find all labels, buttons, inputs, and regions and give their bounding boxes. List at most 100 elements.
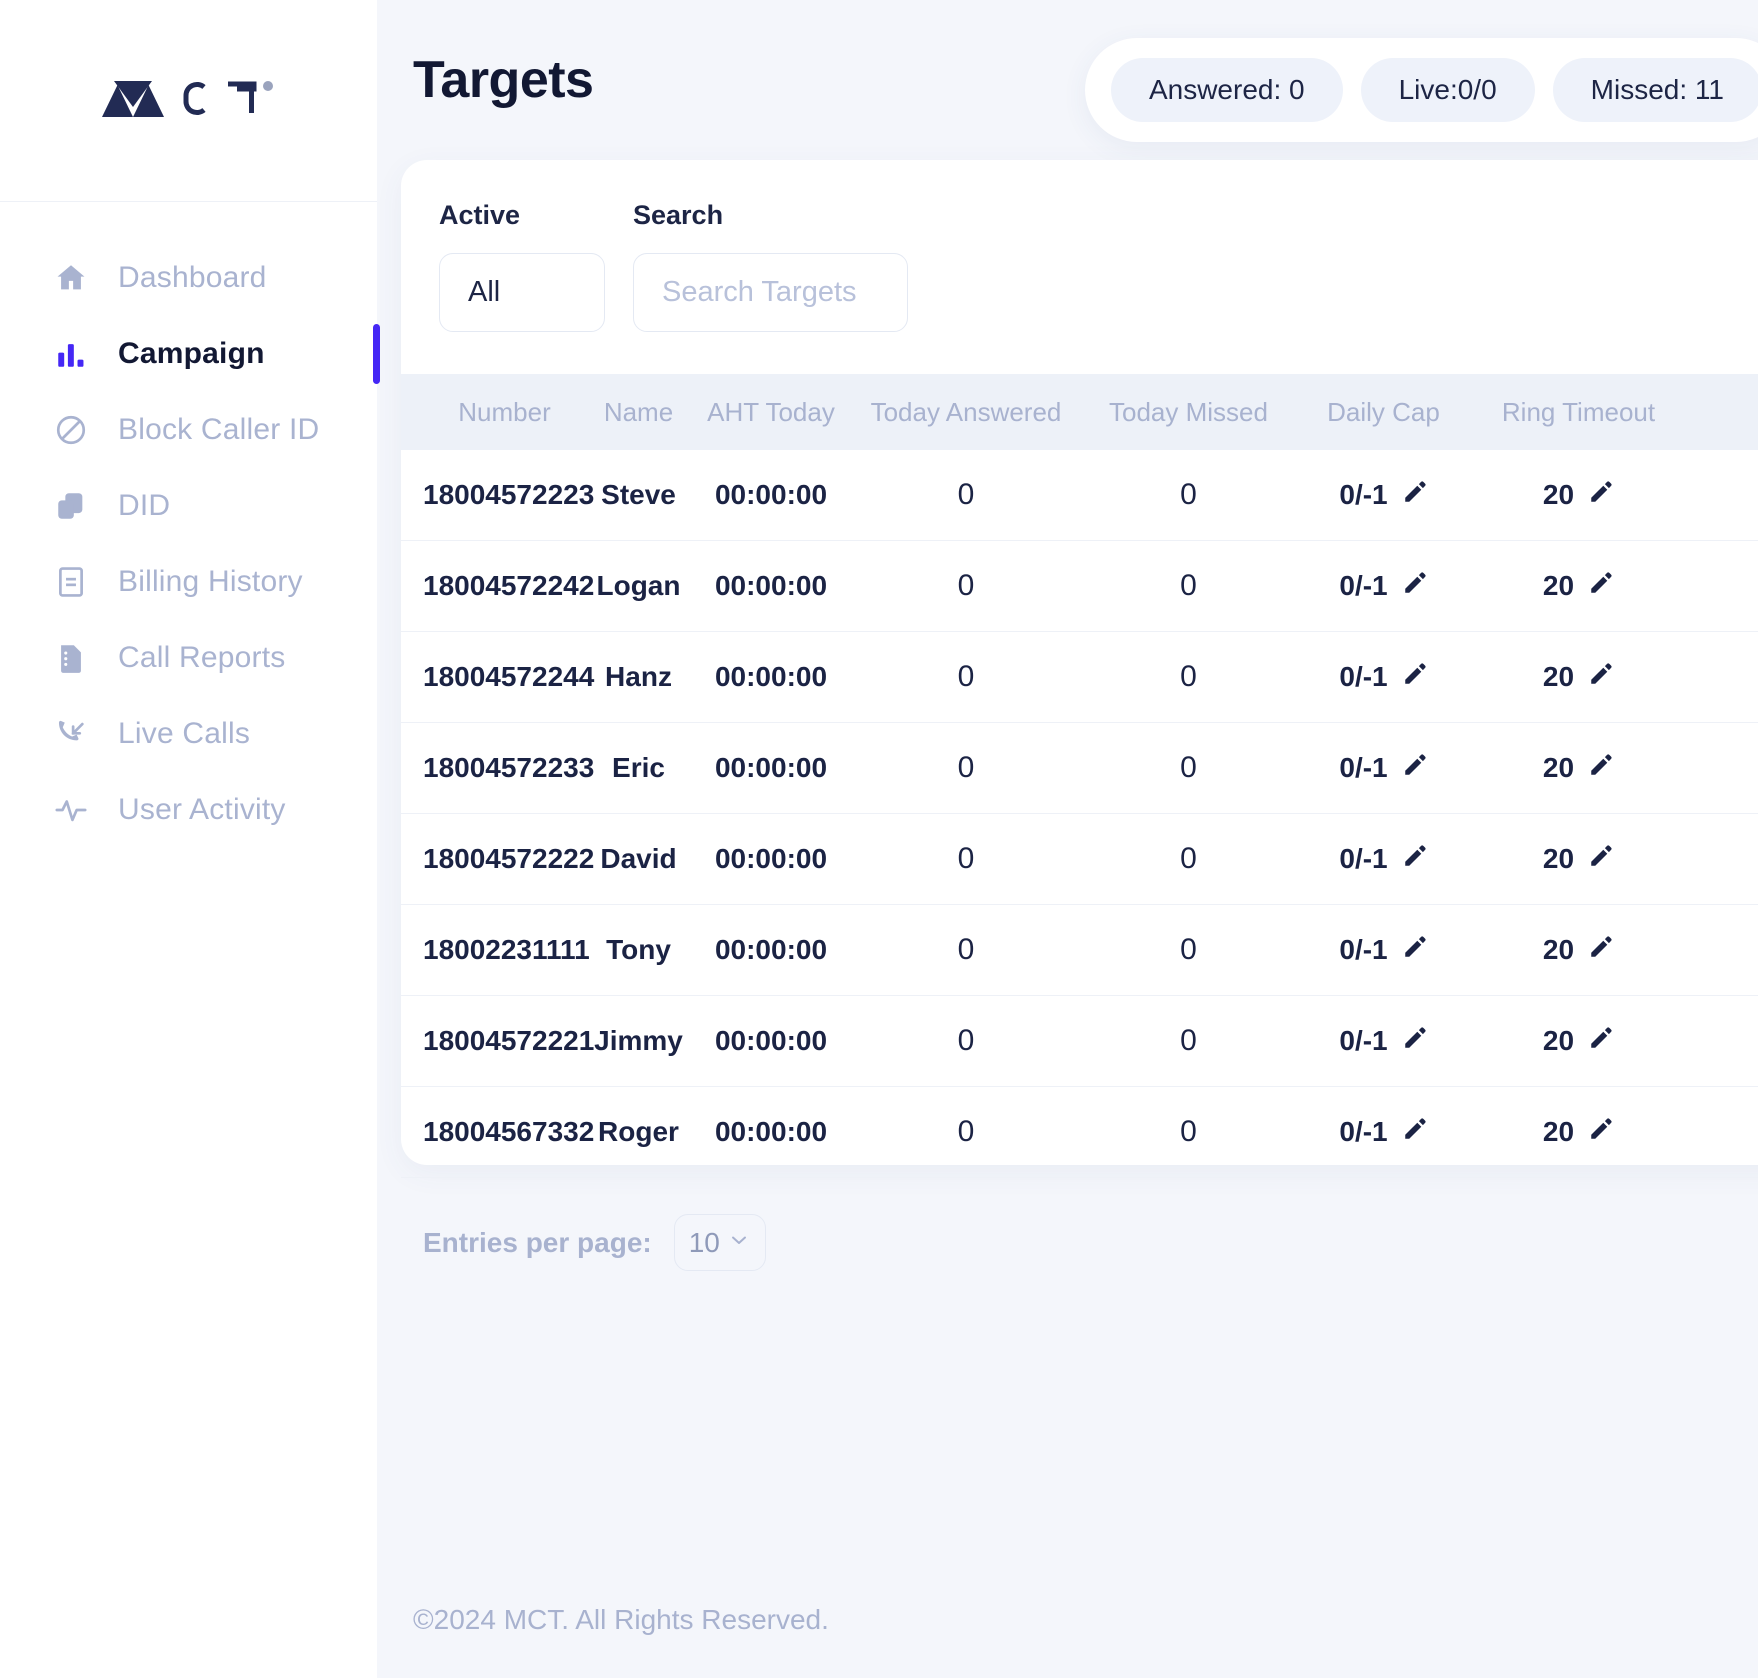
cell-aht: 00:00:00 <box>714 479 828 510</box>
edit-pencil-icon[interactable] <box>1402 843 1428 876</box>
cell-name: Tony <box>606 934 671 965</box>
ring-timeout-value: 20 <box>1542 661 1575 692</box>
edit-pencil-icon[interactable] <box>1588 479 1614 512</box>
table-row[interactable]: 18004572242 Logan 00:00:00 0 0 0/-1 20 <box>401 541 1758 632</box>
column-header-number[interactable]: Number <box>401 397 586 428</box>
cell-today-missed: 0 <box>1180 569 1197 602</box>
sidebar-item-live-calls[interactable]: Live Calls <box>0 696 377 772</box>
edit-pencil-icon[interactable] <box>1588 1025 1614 1058</box>
cell-today-missed: 0 <box>1180 842 1197 875</box>
edit-pencil-icon[interactable] <box>1588 570 1614 603</box>
bar-chart-icon <box>52 335 90 373</box>
cell-daily-cap: 0/-1 <box>1296 661 1471 694</box>
cell-today-missed: 0 <box>1180 660 1197 693</box>
edit-pencil-icon[interactable] <box>1402 661 1428 694</box>
cell-today-missed: 0 <box>1180 478 1197 511</box>
cell-aht: 00:00:00 <box>714 1025 828 1056</box>
cell-today-answered: 0 <box>957 751 975 784</box>
edit-pencil-icon[interactable] <box>1402 570 1428 603</box>
stat-live[interactable]: Live:0/0 <box>1360 58 1535 122</box>
cell-ring-timeout: 20 <box>1471 843 1686 876</box>
edit-pencil-icon[interactable] <box>1402 479 1428 512</box>
table-row[interactable]: 18004572221 Jimmy 00:00:00 0 0 0/-1 20 <box>401 996 1758 1087</box>
stat-answered[interactable]: Answered: 0 <box>1110 58 1343 122</box>
edit-pencil-icon[interactable] <box>1588 843 1614 876</box>
sidebar-nav: Dashboard Campaign Block Caller ID DID B… <box>0 202 380 848</box>
column-header-aht[interactable]: AHT Today <box>691 397 851 428</box>
cell-name: David <box>600 843 677 874</box>
column-header-name[interactable]: Name <box>586 397 691 428</box>
cell-name: Steve <box>601 479 676 510</box>
column-header-cap[interactable]: Daily Cap <box>1296 397 1471 428</box>
cell-number: 18004572223 <box>423 479 595 510</box>
search-input[interactable]: Search Targets <box>633 253 908 332</box>
edit-pencil-icon[interactable] <box>1402 752 1428 785</box>
brand-logo[interactable] <box>0 0 377 202</box>
active-filter-select[interactable]: All <box>439 253 605 332</box>
daily-cap-value: 0/-1 <box>1339 570 1388 601</box>
cell-today-answered: 0 <box>957 842 975 875</box>
cell-daily-cap: 0/-1 <box>1296 479 1471 512</box>
column-header-answered[interactable]: Today Answered <box>851 397 1081 428</box>
sidebar-item-call-reports[interactable]: Call Reports <box>0 620 377 696</box>
cell-today-answered: 0 <box>957 1024 975 1057</box>
sidebar-item-label: Call Reports <box>118 641 286 674</box>
filters-row: Active All Search Search Targets <box>401 200 1758 332</box>
edit-pencil-icon[interactable] <box>1588 661 1614 694</box>
edit-pencil-icon[interactable] <box>1588 1116 1614 1149</box>
table-row[interactable]: 18004567332 Roger 00:00:00 0 0 0/-1 20 <box>401 1087 1758 1178</box>
table-row[interactable]: 18004572244 Hanz 00:00:00 0 0 0/-1 20 <box>401 632 1758 723</box>
edit-pencil-icon[interactable] <box>1402 934 1428 967</box>
cell-daily-cap: 0/-1 <box>1296 1025 1471 1058</box>
topbar: Targets Answered: 0 Live:0/0 Missed: 11 <box>377 0 1758 160</box>
sidebar-item-did[interactable]: DID <box>0 468 377 544</box>
edit-pencil-icon[interactable] <box>1402 1025 1428 1058</box>
phone-incoming-icon <box>52 715 90 753</box>
stat-missed[interactable]: Missed: 11 <box>1552 58 1758 122</box>
cell-today-missed: 0 <box>1180 1115 1197 1148</box>
cell-name: Roger <box>598 1116 679 1147</box>
ring-timeout-value: 20 <box>1542 479 1575 510</box>
cell-number: 18004572242 <box>423 570 595 601</box>
call-stats-bar: Answered: 0 Live:0/0 Missed: 11 <box>1084 38 1758 142</box>
ring-timeout-value: 20 <box>1542 570 1575 601</box>
table-row[interactable]: 18004572233 Eric 00:00:00 0 0 0/-1 20 <box>401 723 1758 814</box>
cell-ring-timeout: 20 <box>1471 661 1686 694</box>
cell-daily-cap: 0/-1 <box>1296 752 1471 785</box>
sidebar-item-user-activity[interactable]: User Activity <box>0 772 377 848</box>
table-row[interactable]: 18004572223 Steve 00:00:00 0 0 0/-1 20 <box>401 450 1758 541</box>
active-filter-group: Active All <box>439 200 605 332</box>
sidebar-item-billing-history[interactable]: Billing History <box>0 544 377 620</box>
table-row[interactable]: 18002231111 Tony 00:00:00 0 0 0/-1 20 <box>401 905 1758 996</box>
footer-copyright: ©2024 MCT. All Rights Reserved. <box>413 1604 829 1635</box>
sidebar-item-campaign[interactable]: Campaign <box>0 316 380 392</box>
documents-icon <box>52 487 90 525</box>
table-body: 18004572223 Steve 00:00:00 0 0 0/-1 20 18004572… <box>401 450 1758 1178</box>
entries-per-page-value: 10 <box>688 1226 720 1258</box>
entries-per-page-select[interactable]: 10 <box>673 1214 766 1271</box>
table-row[interactable]: 18004572222 David 00:00:00 0 0 0/-1 20 <box>401 814 1758 905</box>
column-header-missed[interactable]: Today Missed <box>1081 397 1296 428</box>
ring-timeout-value: 20 <box>1542 1116 1575 1147</box>
cell-number: 18004572233 <box>423 752 595 783</box>
targets-card: Active All Search Search Targets Number … <box>401 160 1758 1271</box>
entries-per-page-label: Entries per page: <box>423 1226 652 1258</box>
edit-pencil-icon[interactable] <box>1588 752 1614 785</box>
mct-logo-text-icon <box>180 77 275 124</box>
cell-daily-cap: 0/-1 <box>1296 570 1471 603</box>
cell-ring-timeout: 20 <box>1471 479 1686 512</box>
cell-aht: 00:00:00 <box>714 934 828 965</box>
sidebar-item-block-caller-id[interactable]: Block Caller ID <box>0 392 377 468</box>
cell-name: Hanz <box>605 661 672 692</box>
daily-cap-value: 0/-1 <box>1339 1116 1388 1147</box>
cell-today-missed: 0 <box>1180 933 1197 966</box>
search-group: Search Search Targets <box>633 200 908 332</box>
sidebar-item-label: Block Caller ID <box>118 413 320 446</box>
sidebar-item-label: Billing History <box>118 565 303 598</box>
column-header-ring[interactable]: Ring Timeout <box>1471 397 1686 428</box>
sidebar-item-dashboard[interactable]: Dashboard <box>0 240 377 316</box>
chevron-down-icon <box>727 1227 751 1259</box>
ring-timeout-value: 20 <box>1542 843 1575 874</box>
edit-pencil-icon[interactable] <box>1588 934 1614 967</box>
edit-pencil-icon[interactable] <box>1402 1116 1428 1149</box>
